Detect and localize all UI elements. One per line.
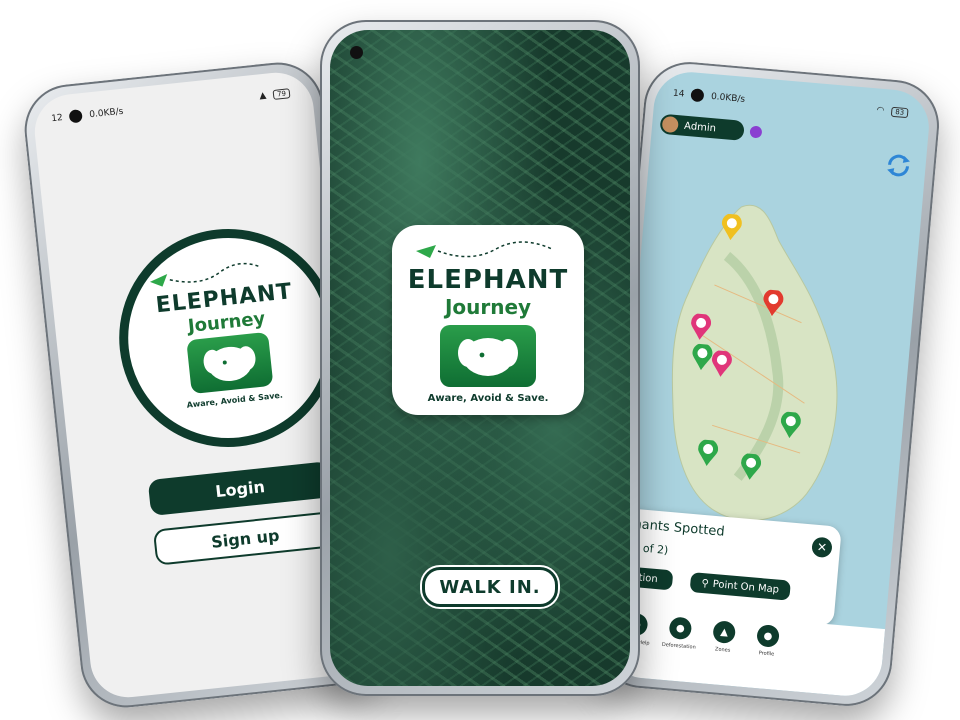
signal-icon: ▲: [258, 90, 267, 102]
login-button[interactable]: Login: [147, 461, 333, 517]
camera-hole: [690, 87, 705, 102]
camera-hole: [350, 46, 363, 59]
phone-splash: ELEPHANT Journey Aware, Avoid & Save. WA…: [320, 20, 640, 696]
pin-camera-icon[interactable]: [710, 350, 732, 378]
point-on-map-button[interactable]: ⚲ Point On Map: [689, 572, 791, 601]
elephant-icon: [440, 325, 536, 387]
profile-icon: ●: [756, 624, 780, 648]
user-pill[interactable]: Admin: [659, 113, 745, 141]
status-time: 12: [50, 112, 64, 124]
logo-title: ELEPHANT: [407, 265, 569, 295]
pin-warning-icon[interactable]: [762, 289, 784, 317]
point-on-map-label: Point On Map: [712, 578, 780, 596]
battery-icon: 83: [890, 106, 909, 119]
pin-elephant-icon[interactable]: [740, 452, 762, 481]
nav-item[interactable]: ▲ Zones: [700, 619, 747, 655]
map-screen: 14 0.0KB/s ◠ 83 Admin ephants Spotted ep…: [604, 69, 932, 699]
elephant-icon: ●: [668, 616, 693, 641]
warning-icon: ▲: [712, 620, 737, 645]
app-logo: ELEPHANT Journey Aware, Avoid & Save.: [392, 225, 584, 415]
battery-icon: 79: [272, 88, 291, 100]
status-bar: 12 0.0KB/s ▲ 79: [50, 85, 294, 126]
avatar: [661, 115, 679, 134]
nav-item[interactable]: ● Profile: [744, 623, 791, 659]
wifi-icon: ◠: [876, 105, 885, 117]
status-time: 14: [672, 88, 685, 100]
splash-screen: ELEPHANT Journey Aware, Avoid & Save. WA…: [330, 30, 630, 686]
status-bar: 14 0.0KB/s ◠ 83: [672, 85, 912, 122]
pin-icon: ⚲: [701, 577, 710, 590]
bottom-nav: ◉ Assets Help ● Deforestation ▲ Zones ● …: [604, 605, 886, 699]
status-speed: 0.0KB/s: [88, 106, 124, 120]
app-logo: ELEPHANT Journey Aware, Avoid & Save.: [108, 218, 349, 458]
status-speed: 0.0KB/s: [710, 91, 746, 105]
refresh-icon[interactable]: [884, 151, 912, 179]
nav-item[interactable]: ● Deforestation: [657, 615, 704, 651]
logo-tagline: Aware, Avoid & Save.: [186, 390, 284, 410]
logo-tagline: Aware, Avoid & Save.: [427, 393, 549, 404]
phone-map: 14 0.0KB/s ◠ 83 Admin ephants Spotted ep…: [593, 58, 943, 710]
verified-badge-icon: [749, 125, 763, 139]
pin-elephant-icon[interactable]: [691, 343, 713, 371]
walk-in-button[interactable]: WALK IN.: [422, 567, 558, 607]
camera-hole: [68, 108, 84, 123]
pin-elephant-icon[interactable]: [779, 411, 801, 439]
paper-plane-icon: [416, 241, 553, 258]
user-name: Admin: [683, 120, 717, 134]
signup-button[interactable]: Sign up: [152, 510, 338, 566]
close-icon[interactable]: ✕: [811, 536, 833, 559]
logo-subtitle: Journey: [444, 295, 532, 319]
pin-elephant-icon[interactable]: [697, 439, 719, 467]
elephant-icon: [186, 331, 274, 395]
pin-yellow-icon[interactable]: [720, 213, 742, 241]
pin-camera-icon[interactable]: [690, 313, 712, 341]
map-view[interactable]: [644, 191, 862, 536]
